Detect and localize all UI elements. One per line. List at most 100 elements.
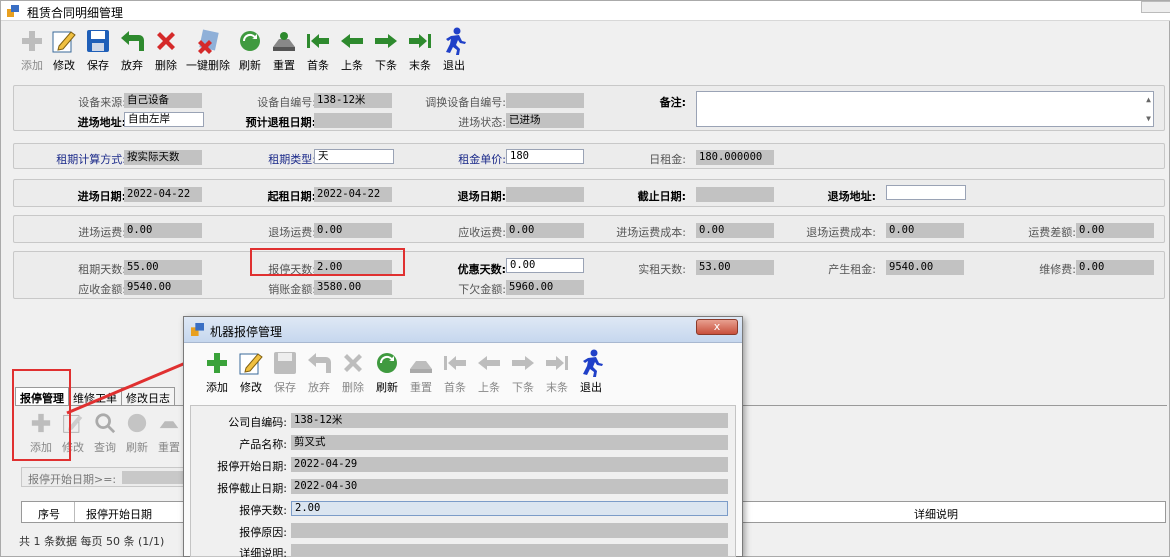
- produced-rent-field[interactable]: 9540.00: [886, 260, 964, 275]
- scroll-up-icon[interactable]: ▲: [1146, 93, 1151, 106]
- recv-fee-field[interactable]: 0.00: [506, 223, 584, 238]
- due-amount-label: 应收金额:: [78, 283, 126, 296]
- dialog-delete-button[interactable]: 删除: [336, 349, 370, 397]
- calc-method-label: 租期计算方式:: [56, 153, 126, 166]
- plan-return-field[interactable]: [314, 113, 392, 128]
- undo-button[interactable]: 放弃: [115, 27, 149, 75]
- discount-days-label: 优惠天数:: [457, 263, 506, 276]
- stop-start-label: 报停开始日期:: [217, 460, 287, 473]
- dialog-next-button[interactable]: 下条: [506, 349, 540, 397]
- stop-days-highlight: [250, 248, 405, 276]
- dialog-title-bar: 机器报停管理 x: [184, 317, 742, 343]
- daily-rent-field[interactable]: 180.000000: [696, 150, 774, 165]
- cut-date-field[interactable]: [696, 187, 774, 202]
- prev-icon: [338, 27, 366, 55]
- next-record-button[interactable]: 下条: [369, 27, 403, 75]
- grid-col-start[interactable]: 报停开始日期: [86, 506, 152, 522]
- enter-date-field[interactable]: 2022-04-22: [124, 187, 202, 202]
- last-record-button[interactable]: 末条: [403, 27, 437, 75]
- repair-fee-field[interactable]: 0.00: [1076, 260, 1154, 275]
- date-panel: 进场日期: 2022-04-22 起租日期: 2022-04-22 退场日期: …: [13, 179, 1165, 207]
- dialog-stop-days-field[interactable]: 2.00: [291, 501, 728, 516]
- remark-textarea[interactable]: ▲ ▼: [696, 91, 1154, 127]
- product-name-field[interactable]: 剪叉式: [291, 435, 728, 450]
- reset-icon: [407, 349, 435, 377]
- grid-col-detail[interactable]: 详细说明: [914, 506, 958, 522]
- enter-date-label: 进场日期:: [77, 190, 126, 203]
- swap-no-label: 调换设备自编号:: [425, 96, 506, 109]
- refresh-icon: [236, 27, 264, 55]
- dialog-close-button[interactable]: x: [696, 319, 738, 335]
- dialog-save-button[interactable]: 保存: [268, 349, 302, 397]
- filter-row: 报停开始日期>=:: [21, 467, 201, 487]
- stop-end-label: 报停截止日期:: [217, 482, 287, 495]
- exit-date-field[interactable]: [506, 187, 584, 202]
- exit-addr-field[interactable]: [886, 185, 966, 200]
- dialog-edit-button[interactable]: 修改: [234, 349, 268, 397]
- reset-button[interactable]: 重置: [267, 27, 301, 75]
- undo-icon: [118, 27, 146, 55]
- status-field[interactable]: 已进场: [506, 113, 584, 128]
- paid-amount-label: 销账金额:: [268, 283, 316, 296]
- source-field[interactable]: 自己设备: [124, 93, 202, 108]
- status-label: 进场状态:: [458, 116, 506, 129]
- out-cost-field[interactable]: 0.00: [886, 223, 964, 238]
- rent-type-field[interactable]: 天: [314, 149, 394, 164]
- delete-icon: [152, 27, 180, 55]
- last-icon: [406, 27, 434, 55]
- save-icon: [271, 349, 299, 377]
- start-date-field[interactable]: 2022-04-22: [314, 187, 392, 202]
- addr-field[interactable]: 自由左岸: [124, 112, 204, 127]
- window-control-button[interactable]: [1141, 1, 1170, 13]
- stop-reason-field[interactable]: [291, 523, 728, 538]
- grid-col-no[interactable]: 序号: [38, 506, 60, 522]
- refresh-button[interactable]: 刷新: [233, 27, 267, 75]
- scroll-down-icon[interactable]: ▼: [1146, 112, 1151, 125]
- discount-days-field[interactable]: 0.00: [506, 258, 584, 273]
- dialog-undo-button[interactable]: 放弃: [302, 349, 336, 397]
- company-code-field[interactable]: 138-12米: [291, 413, 728, 428]
- filter-label: 报停开始日期>=:: [28, 473, 117, 486]
- self-no-label: 设备自编号:: [257, 96, 316, 109]
- filter-date-field[interactable]: [122, 471, 192, 484]
- rent-type-label: 租期类型:: [268, 153, 316, 166]
- in-cost-field[interactable]: 0.00: [696, 223, 774, 238]
- plan-return-label: 预计退租日期:: [245, 116, 316, 129]
- swap-no-field[interactable]: [506, 93, 584, 108]
- first-icon: [304, 27, 332, 55]
- in-fee-field[interactable]: 0.00: [124, 223, 202, 238]
- rent-type-panel: 租期计算方式: 按实际天数 租期类型: 天 租金单价: 180 日租金: 180…: [13, 143, 1165, 169]
- produced-rent-label: 产生租金:: [828, 263, 876, 276]
- add-button[interactable]: 添加: [17, 27, 47, 75]
- stop-end-field[interactable]: 2022-04-30: [291, 479, 728, 494]
- owe-amount-field[interactable]: 5960.00: [506, 280, 584, 295]
- dialog-first-button[interactable]: 首条: [438, 349, 472, 397]
- next-icon: [509, 349, 537, 377]
- dialog-last-button[interactable]: 末条: [540, 349, 574, 397]
- first-record-button[interactable]: 首条: [301, 27, 335, 75]
- dialog-reset-button[interactable]: 重置: [404, 349, 438, 397]
- delete-button[interactable]: 删除: [149, 27, 183, 75]
- dialog-refresh-button[interactable]: 刷新: [370, 349, 404, 397]
- out-fee-field[interactable]: 0.00: [314, 223, 392, 238]
- dialog-app-icon: [191, 323, 204, 336]
- edit-button[interactable]: 修改: [47, 27, 81, 75]
- paid-amount-field[interactable]: 3580.00: [314, 280, 392, 295]
- stop-reason-label: 报停原因:: [239, 526, 287, 539]
- due-amount-field[interactable]: 9540.00: [124, 280, 202, 295]
- exit-button[interactable]: 退出: [437, 27, 471, 75]
- stop-start-field[interactable]: 2022-04-29: [291, 457, 728, 472]
- batch-delete-button[interactable]: 一键删除: [183, 27, 233, 75]
- save-button[interactable]: 保存: [81, 27, 115, 75]
- rent-days-field[interactable]: 55.00: [124, 260, 202, 275]
- calc-method-field[interactable]: 按实际天数: [124, 150, 202, 165]
- prev-record-button[interactable]: 上条: [335, 27, 369, 75]
- freight-diff-field[interactable]: 0.00: [1076, 223, 1154, 238]
- unit-price-field[interactable]: 180: [506, 149, 584, 164]
- dialog-prev-button[interactable]: 上条: [472, 349, 506, 397]
- dialog-exit-button[interactable]: 退出: [574, 349, 608, 397]
- detail-desc-field[interactable]: [291, 544, 728, 556]
- dialog-add-button[interactable]: 添加: [200, 349, 234, 397]
- self-no-field[interactable]: 138-12米: [314, 93, 392, 108]
- actual-days-field[interactable]: 53.00: [696, 260, 774, 275]
